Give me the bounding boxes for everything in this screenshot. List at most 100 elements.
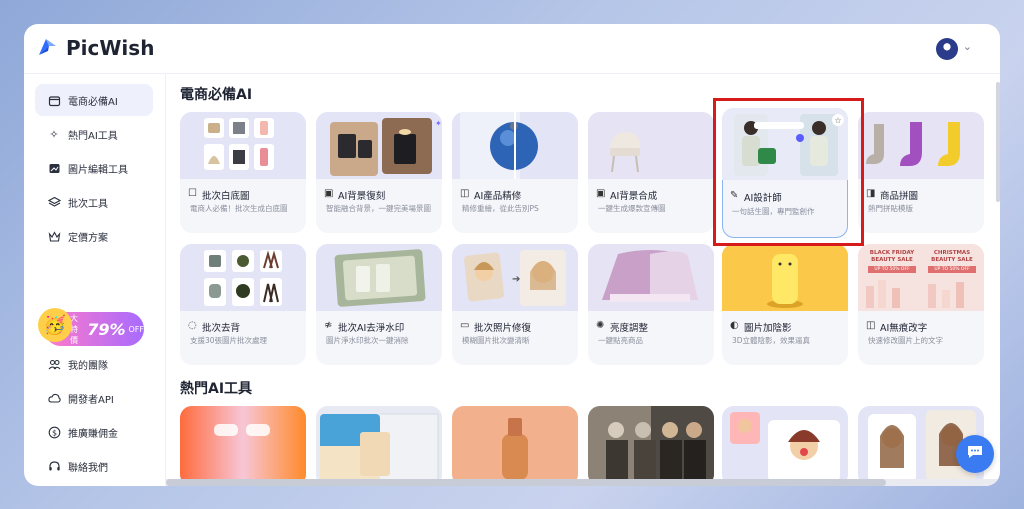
- bulb-icon: ✺: [596, 320, 605, 331]
- tool-card-batch-watermark-remove[interactable]: ≉ 批次AI去淨水印 圖片淨水印批次一鍵消除: [316, 244, 442, 365]
- sidebar-item-label: 推廣賺佣金: [68, 428, 118, 440]
- card-thumbnail: [180, 244, 306, 311]
- svg-text:➔: ➔: [512, 274, 520, 285]
- card-title: AI背景復刻: [338, 191, 386, 202]
- banner-christmas: CHRISTMAS BEAUTY SALE: [931, 250, 973, 263]
- party-face-icon: 🥳: [38, 308, 72, 342]
- card-title: AI產品精修: [474, 191, 522, 202]
- sidebar-item-label: 電商必備AI: [68, 96, 118, 108]
- banner-right-sub: UP TO 50% OFF: [928, 266, 976, 273]
- horizontal-scrollbar[interactable]: [166, 479, 1000, 486]
- card-thumbnail: [316, 406, 442, 486]
- picwish-logo-icon: [36, 37, 58, 59]
- card-title: 商品拼圖: [880, 191, 919, 202]
- card-thumbnail: [180, 406, 306, 486]
- collage-icon: ◨: [866, 188, 876, 199]
- card-thumbnail: ➔: [452, 244, 578, 311]
- shadow-icon: ◐: [730, 320, 739, 331]
- sidebar-item-label: 我的團隊: [68, 360, 108, 372]
- tool-card-batch-remove-bg[interactable]: ◌ 批次去背 支援30張圖片批次處理: [180, 244, 306, 365]
- sidebar-item-hot-ai-tools[interactable]: ✧ 熱門AI工具: [35, 118, 153, 150]
- dollar-icon: $: [47, 425, 61, 439]
- card-thumbnail: [588, 112, 714, 179]
- tool-card-ai-bg-compose[interactable]: ▣ AI背景合成 一鍵生成爆款宣傳圖: [588, 112, 714, 233]
- sidebar-item-pricing[interactable]: 定價方案: [35, 220, 153, 252]
- card-thumbnail: [722, 244, 848, 311]
- tool-card-batch-photo-restore[interactable]: ➔ ▭ 批次照片修復 模糊圖片批次變清晰: [452, 244, 578, 365]
- card-title: 批次AI去淨水印: [338, 323, 405, 334]
- sidebar-item-image-edit[interactable]: 圖片編輯工具: [35, 152, 153, 184]
- card-description: 模糊圖片批次變清晰: [462, 336, 530, 345]
- layers-icon: [47, 195, 61, 209]
- tool-card-ai-product-retouch[interactable]: ◫ AI產品精修 精修重繪，從此告別PS: [452, 112, 578, 233]
- avatar[interactable]: [936, 38, 958, 60]
- shop-icon: [47, 93, 61, 107]
- card-title: AI背景合成: [610, 191, 658, 202]
- sidebar-item-label: 聯絡我們: [68, 462, 108, 474]
- card-description: 圖片淨水印批次一鍵消除: [326, 336, 409, 345]
- hot-tool-card[interactable]: [452, 406, 578, 486]
- card-thumbnail: BLACK FRIDAY BEAUTY SALE UP TO 50% OFF C…: [858, 244, 984, 311]
- card-title: 亮度調整: [610, 323, 649, 334]
- hot-tool-card[interactable]: [588, 406, 714, 486]
- card-thumbnail: [316, 244, 442, 311]
- top-bar: PicWish ⌄: [24, 24, 1000, 74]
- hot-tool-card[interactable]: [316, 406, 442, 486]
- promo-sale-badge[interactable]: 🥳 大特價 79% OFF: [38, 308, 145, 346]
- sidebar-item-more[interactable]: 更多: [35, 484, 153, 486]
- card-thumbnail: [722, 406, 848, 486]
- remove-bg-icon: ◌: [188, 320, 197, 331]
- card-title: 批次白底圖: [202, 191, 250, 202]
- main-content: 電商必備AI ☐ 批次白底圖 電商人必備！批次生成白底圖 ✦ ▣ AI背景復刻 …: [166, 74, 1000, 486]
- hot-tool-card[interactable]: [180, 406, 306, 486]
- card-title: 批次照片修復: [474, 323, 532, 334]
- promo-percent: 79%: [87, 319, 126, 339]
- scrollbar-thumb[interactable]: [166, 479, 886, 486]
- card-thumbnail: [858, 112, 984, 179]
- tool-card-add-shadow[interactable]: ◐ 圖片加陰影 3D立體陰影，效果逼真: [722, 244, 848, 365]
- image-edit-icon: [47, 161, 61, 175]
- promo-off: OFF: [128, 324, 145, 334]
- card-description: 精修重繪，從此告別PS: [462, 204, 539, 213]
- card-title: 圖片加陰影: [744, 323, 792, 334]
- sidebar-item-label: 開發者API: [68, 394, 114, 406]
- sidebar: 電商必備AI ✧ 熱門AI工具 圖片編輯工具 批次工具 定價方案 🥳 大特價 7…: [24, 74, 166, 486]
- hot-tool-card[interactable]: [722, 406, 848, 486]
- sidebar-item-label: 定價方案: [68, 232, 108, 244]
- sidebar-item-label: 批次工具: [68, 198, 108, 210]
- tool-card-ai-bg-replicate[interactable]: ✦ ▣ AI背景復刻 智能融合背景，一鍵完美場景圖: [316, 112, 442, 233]
- product-retouch-icon: ◫: [460, 188, 470, 199]
- sidebar-item-my-team[interactable]: 我的團隊: [35, 348, 153, 380]
- sidebar-item-label: 熱門AI工具: [68, 130, 118, 142]
- chevron-down-icon[interactable]: ⌄: [963, 40, 972, 53]
- card-description: 熱門拼貼模版: [868, 204, 913, 213]
- tool-card-brightness[interactable]: ✺ 亮度調整 一鍵點亮商品: [588, 244, 714, 365]
- hd-icon: ▭: [460, 320, 470, 331]
- card-description: 快速修改圖片上的文字: [868, 336, 943, 345]
- app-name: PicWish: [66, 36, 155, 60]
- card-thumbnail: [452, 112, 578, 179]
- tool-card-ai-text-edit[interactable]: BLACK FRIDAY BEAUTY SALE UP TO 50% OFF C…: [858, 244, 984, 365]
- vertical-scrollbar[interactable]: [996, 82, 1000, 202]
- watermark-icon: ≉: [324, 320, 333, 331]
- sidebar-item-contact[interactable]: 聯絡我們: [35, 450, 153, 482]
- sidebar-item-batch-tools[interactable]: 批次工具: [35, 186, 153, 218]
- square-icon: ☐: [188, 188, 197, 199]
- card-thumbnail: [180, 112, 306, 179]
- tool-card-product-collage[interactable]: ◨ 商品拼圖 熱門拼貼模版: [858, 112, 984, 233]
- banner-black-friday: BLACK FRIDAY BEAUTY SALE: [869, 250, 915, 263]
- sidebar-item-ecommerce-ai[interactable]: 電商必備AI: [35, 84, 153, 116]
- sidebar-item-developer-api[interactable]: 開發者API: [35, 382, 153, 414]
- crown-icon: [47, 229, 61, 243]
- svg-text:✦: ✦: [435, 119, 442, 128]
- sidebar-item-affiliate[interactable]: $ 推廣賺佣金: [35, 416, 153, 448]
- ai-compose-icon: ▣: [596, 188, 606, 199]
- tool-card-batch-white-bg[interactable]: ☐ 批次白底圖 電商人必備！批次生成白底圖: [180, 112, 306, 233]
- card-description: 智能融合背景，一鍵完美場景圖: [326, 204, 431, 213]
- section-title: 熱門AI工具: [180, 381, 253, 397]
- app-window: PicWish ⌄ 電商必備AI ✧ 熱門AI工具 圖片編輯工具 批次工具 定價…: [24, 24, 1000, 486]
- cloud-api-icon: [47, 391, 61, 405]
- chat-support-button[interactable]: [956, 435, 994, 473]
- card-description: 一鍵生成爆款宣傳圖: [598, 204, 666, 213]
- logo[interactable]: PicWish: [36, 36, 154, 60]
